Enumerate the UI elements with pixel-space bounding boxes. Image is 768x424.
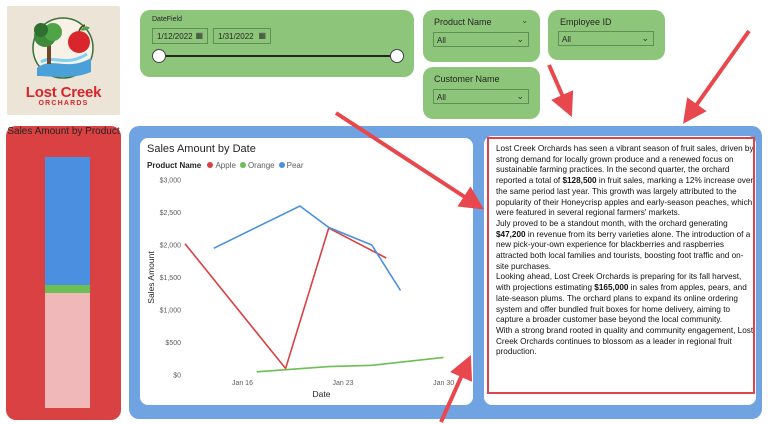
y-axis-title: Sales Amount <box>146 251 156 304</box>
customer-slicer: Customer Name All ⌄ <box>423 67 540 119</box>
annotation-arrow <box>547 64 574 117</box>
product-dropdown[interactable]: All ⌄ <box>433 32 529 47</box>
series-line-apple[interactable] <box>184 226 387 371</box>
employee-dropdown[interactable]: All ⌄ <box>558 31 654 46</box>
sales-by-product-panel: Sales Amount by Product <box>6 126 121 420</box>
chevron-down-icon: ⌄ <box>516 91 524 101</box>
start-date-input[interactable]: 1/12/2022 ▦ <box>152 28 208 44</box>
date-range-start-handle[interactable] <box>152 49 166 63</box>
x-tick-label: Jan 16 <box>232 380 253 387</box>
series-line-orange[interactable] <box>256 356 444 373</box>
end-date-input[interactable]: 1/31/2022 ▦ <box>213 28 271 44</box>
product-dropdown-value: All <box>437 36 446 45</box>
date-range-end-handle[interactable] <box>390 49 404 63</box>
annotation-arrow <box>683 29 751 124</box>
logo-subtitle: ORCHARDS <box>38 100 89 107</box>
employee-slicer-label: Employee ID <box>560 17 612 27</box>
y-tick-label: $1,000 <box>160 308 182 315</box>
y-tick-label: $1,500 <box>160 275 182 282</box>
logo-title: Lost Creek <box>25 84 102 101</box>
product-slicer-label: Product Name <box>434 17 492 27</box>
series-line-pear[interactable] <box>213 205 402 291</box>
x-axis-title: Date <box>313 389 331 399</box>
date-slicer: DateField 1/12/2022 ▦ 1/31/2022 ▦ <box>140 10 414 77</box>
customer-dropdown-value: All <box>437 93 446 102</box>
end-date-value: 1/31/2022 <box>218 32 254 41</box>
date-range-track[interactable] <box>160 55 398 57</box>
start-date-value: 1/12/2022 <box>157 32 193 41</box>
y-tick-label: $500 <box>165 340 181 347</box>
sales-by-product-title: Sales Amount by Product <box>7 126 120 137</box>
chevron-down-icon: ⌄ <box>641 33 649 43</box>
annotation-highlight-box <box>487 137 755 394</box>
calendar-icon[interactable]: ▦ <box>195 31 203 40</box>
date-slicer-label: DateField <box>152 16 182 23</box>
chevron-down-icon: ⌄ <box>516 34 524 44</box>
employee-dropdown-value: All <box>562 35 571 44</box>
chevron-down-icon[interactable]: ⌄ <box>521 16 528 25</box>
calendar-icon[interactable]: ▦ <box>258 31 266 40</box>
stacked-bar-segment-orange[interactable] <box>45 285 90 293</box>
y-tick-label: $3,000 <box>160 178 182 185</box>
x-tick-label: Jan 23 <box>333 380 354 387</box>
employee-slicer: Employee ID All ⌄ <box>548 10 665 60</box>
product-slicer: Product Name ⌄ All ⌄ <box>423 10 540 62</box>
lost-creek-logo: Lost Creek ORCHARDS <box>7 6 120 115</box>
customer-dropdown[interactable]: All ⌄ <box>433 89 529 104</box>
y-tick-label: $2,000 <box>160 243 182 250</box>
report-canvas: Lost Creek ORCHARDS DateField 1/12/2022 … <box>0 0 768 424</box>
x-tick-label: Jan 30 <box>433 380 454 387</box>
stacked-bar-segment-pear[interactable] <box>45 157 90 285</box>
line-chart-card: Sales Amount by Date Product Name Apple O… <box>140 138 473 405</box>
y-tick-label: $0 <box>173 373 181 380</box>
stacked-bar-segment-apple[interactable] <box>45 293 90 408</box>
customer-slicer-label: Customer Name <box>434 74 500 84</box>
line-chart-plot[interactable]: $0 $500 $1,000 $1,500 $2,000 $2,500 $3,000 Jan … <box>140 138 473 405</box>
y-tick-label: $2,500 <box>160 210 182 217</box>
